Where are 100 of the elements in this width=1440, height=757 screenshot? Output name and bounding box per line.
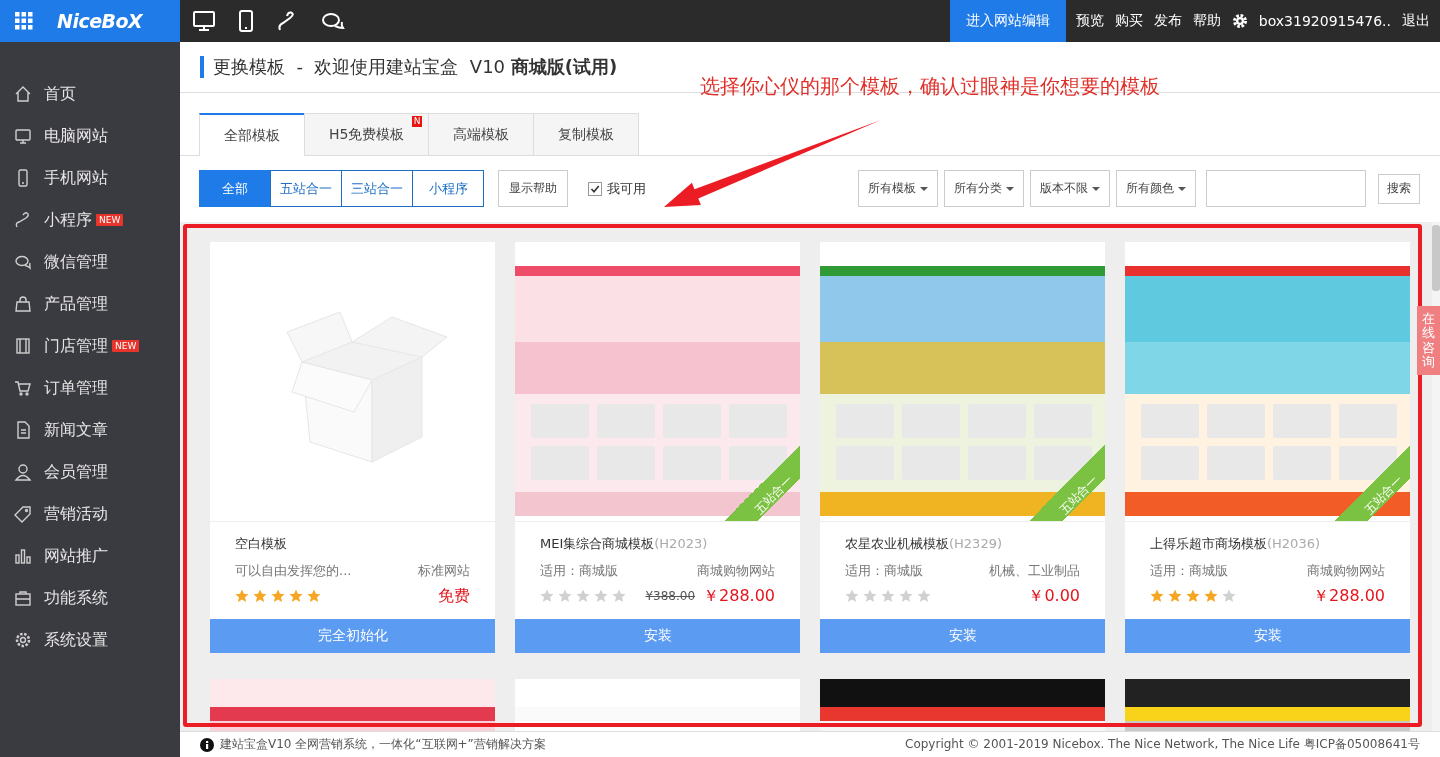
monitor-icon[interactable] — [193, 11, 215, 31]
show-help-button[interactable]: 显示帮助 — [498, 170, 568, 207]
star-icon — [899, 589, 913, 603]
caret-icon — [1092, 186, 1100, 191]
template-code: (H2023) — [654, 536, 708, 551]
footer-notice: 建站宝盒V10 全网营销系统，一体化“互联网+”营销解决方案 — [220, 736, 546, 753]
sidebar-item[interactable]: 微信管理 — [0, 241, 180, 283]
search-field[interactable] — [1206, 170, 1366, 207]
chat-icon[interactable] — [321, 11, 345, 31]
tab[interactable]: H5免费模板 N — [304, 113, 430, 155]
nav-link[interactable]: 预览 — [1075, 12, 1104, 30]
filter-tab[interactable]: 小程序 — [412, 170, 484, 207]
dropdown[interactable]: 所有分类 — [944, 170, 1024, 207]
star-icon — [540, 589, 554, 603]
link-icon[interactable] — [277, 11, 297, 31]
cart-icon — [14, 379, 32, 397]
checkbox-label[interactable]: 我可用 — [607, 179, 646, 198]
old-price: ¥388.00 — [645, 589, 695, 603]
sidebar-item[interactable]: 新闻文章 — [0, 409, 180, 451]
bar-chart-icon — [14, 547, 32, 565]
annotation-text: 选择你心仪的那个模板，确认过眼神是你想要的模板 — [700, 73, 1160, 100]
star-icon — [612, 589, 626, 603]
copyright-text: Copyright © 2001-2019 Nicebox. The Nice Network, The Nice Life 粤ICP备05008641号 — [905, 736, 1420, 753]
star-icon — [917, 589, 931, 603]
sidebar-item[interactable]: 手机网站 — [0, 157, 180, 199]
star-icon — [863, 589, 877, 603]
star-icon — [289, 589, 303, 603]
template-description: 适用：商城版 — [845, 562, 923, 580]
star-icon — [881, 589, 895, 603]
tab[interactable]: 全部模板 — [199, 113, 305, 156]
nav-link[interactable]: 发布 — [1153, 12, 1182, 30]
settings-icon[interactable] — [1231, 13, 1248, 29]
monitor-icon — [14, 127, 32, 145]
new-badge: NEW — [96, 214, 124, 226]
sidebar-item[interactable]: 功能系统 — [0, 577, 180, 619]
sidebar-item[interactable]: 门店管理 NEW — [0, 325, 180, 367]
phone-icon[interactable] — [239, 10, 253, 32]
template-name: 空白模板 — [235, 536, 287, 551]
sidebar-item[interactable]: 会员管理 — [0, 451, 180, 493]
film-icon — [14, 337, 32, 355]
dropdown[interactable]: 所有颜色 — [1116, 170, 1196, 207]
info-icon — [200, 737, 214, 752]
price: ￥288.00 — [1313, 585, 1385, 607]
sidebar-item[interactable]: 产品管理 — [0, 283, 180, 325]
link-icon — [14, 211, 32, 229]
star-icon — [845, 589, 859, 603]
sidebar-item[interactable]: 系统设置 — [0, 619, 180, 661]
search-button[interactable]: 搜索 — [1378, 173, 1420, 204]
page-title: 更换模板 - 欢迎使用建站宝盒 V10 商城版(试用) — [213, 55, 618, 79]
template-category: 标准网站 — [418, 562, 470, 580]
template-name: 上得乐超市商场模板 — [1150, 536, 1267, 551]
star-icon — [235, 589, 249, 603]
tab[interactable]: 高端模板 — [428, 113, 535, 155]
caret-icon — [1178, 186, 1186, 191]
dropdown[interactable]: 所有模板 — [858, 170, 938, 207]
apps-grid-icon[interactable] — [15, 12, 33, 30]
ribbon-label: 五站合一 — [724, 445, 800, 521]
template-code: (H2036) — [1267, 536, 1320, 551]
tab[interactable]: 复制模板 — [533, 113, 640, 155]
edit-site-button[interactable]: 进入网站编辑 — [949, 0, 1066, 42]
template-name: 农星农业机械模板 — [845, 536, 949, 551]
gear-icon — [14, 631, 32, 649]
star-icon — [1222, 589, 1236, 603]
caret-icon — [1006, 186, 1014, 191]
star-icon — [1150, 589, 1164, 603]
sidebar-item[interactable]: 电脑网站 — [0, 115, 180, 157]
star-icon — [1204, 589, 1218, 603]
price: ￥0.00 — [1028, 585, 1080, 607]
star-icon — [558, 589, 572, 603]
sidebar-item[interactable]: 小程序 NEW — [0, 199, 180, 241]
account-name[interactable]: box31920915476.. — [1258, 13, 1391, 29]
chat-icon — [14, 253, 32, 271]
sidebar-item[interactable]: 订单管理 — [0, 367, 180, 409]
template-description: 适用：商城版 — [1150, 562, 1228, 580]
star-icon — [307, 589, 321, 603]
logout-link[interactable]: 退出 — [1402, 12, 1430, 30]
star-icon — [271, 589, 285, 603]
star-icon — [576, 589, 590, 603]
checkbox[interactable] — [588, 181, 602, 196]
template-category: 商城购物网站 — [1307, 562, 1385, 580]
price: ￥288.00 — [703, 585, 775, 607]
tag-icon — [14, 505, 32, 523]
star-icon — [1186, 589, 1200, 603]
sidebar-item[interactable]: 营销活动 — [0, 493, 180, 535]
filter-tab[interactable]: 三站合一 — [341, 170, 413, 207]
star-icon — [594, 589, 608, 603]
filter-tab[interactable]: 五站合一 — [270, 170, 342, 207]
template-description: 适用：商城版 — [540, 562, 618, 580]
sidebar-item[interactable]: 首页 — [0, 73, 180, 115]
dropdown[interactable]: 版本不限 — [1030, 170, 1110, 207]
filter-tab[interactable]: 全部 — [199, 170, 271, 207]
template-description: 可以自由发挥您的... — [235, 562, 352, 580]
home-icon — [14, 85, 32, 103]
star-icon — [253, 589, 267, 603]
template-name: MEI集综合商城模板 — [540, 536, 655, 551]
document-icon — [14, 421, 32, 439]
nav-link[interactable]: 帮助 — [1192, 12, 1221, 30]
nav-link[interactable]: 购买 — [1114, 12, 1143, 30]
sidebar-item[interactable]: 网站推广 — [0, 535, 180, 577]
price: 免费 — [438, 585, 470, 607]
